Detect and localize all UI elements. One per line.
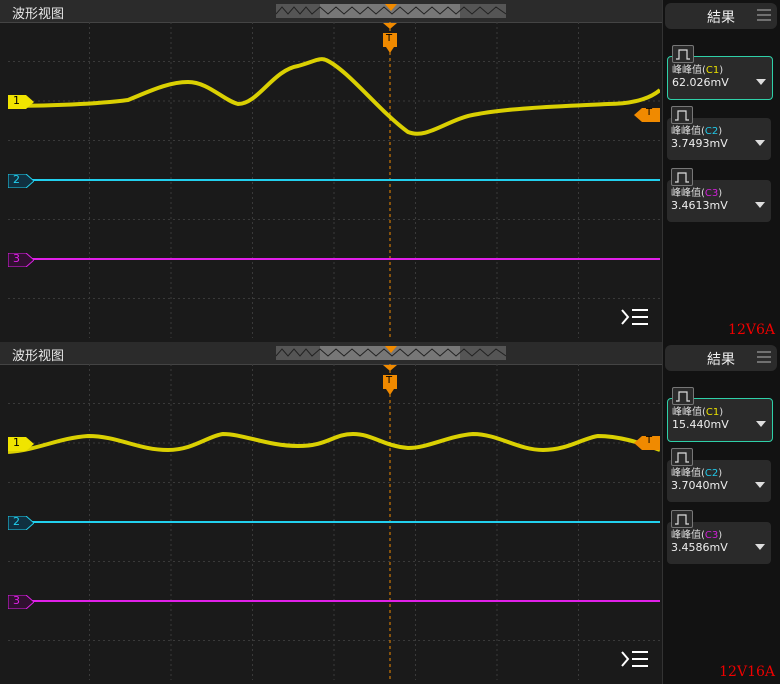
waveform-view-titlebar: 波形视图 [0, 342, 662, 365]
waveform-view-title: 波形视图 [12, 349, 65, 364]
measurement-c1[interactable]: 峰峰值(C1) 15.440mV [667, 387, 773, 442]
results-sidebar: 結果 峰峰值(C1) 15.440mV 峰峰值(C2) 3.7040mV 峰峰值… [662, 342, 780, 684]
waveform-view-titlebar: 波形视图 [0, 0, 662, 23]
chevron-down-icon[interactable] [755, 544, 765, 550]
ch1-marker[interactable]: 1 [8, 436, 34, 451]
waveform-view: 波形视图 1 2 3 T T [0, 342, 662, 684]
scope-panel-bottom: 波形视图 1 2 3 T T 結果 峰峰值(C1) 15.440mV 峰峰值(C… [0, 342, 780, 684]
results-header[interactable]: 結果 [665, 345, 777, 371]
waveform-plot[interactable] [8, 22, 660, 338]
scope-panel-top: 波形视图 1 2 3 T T 結果 峰峰值(C1) 62.026mV 峰峰值(C… [0, 0, 780, 342]
menu-icon[interactable] [757, 351, 771, 363]
measurement-value: 3.4613mV [671, 199, 728, 212]
test-condition-label: 12V16A [719, 664, 775, 680]
timebase-overview[interactable] [276, 4, 506, 18]
trigger-position-marker[interactable]: T [382, 23, 398, 53]
trace-list-icon[interactable] [621, 309, 648, 325]
chevron-down-icon[interactable] [755, 482, 765, 488]
waveform-view-title: 波形视图 [12, 7, 65, 22]
trace-list-icon[interactable] [621, 651, 648, 667]
measurement-value: 3.7040mV [671, 479, 728, 492]
results-header[interactable]: 結果 [665, 3, 777, 29]
results-sidebar: 結果 峰峰值(C1) 62.026mV 峰峰值(C2) 3.7493mV 峰峰值… [662, 0, 780, 342]
ch1-marker[interactable]: 1 [8, 94, 34, 109]
waveform-view: 波形视图 1 2 3 T T [0, 0, 662, 342]
timebase-overview[interactable] [276, 346, 506, 360]
chevron-down-icon[interactable] [755, 140, 765, 146]
measurement-value: 62.026mV [672, 76, 729, 89]
measurement-c3[interactable]: 峰峰值(C3) 3.4613mV [667, 168, 771, 222]
trigger-position-marker[interactable]: T [382, 365, 398, 395]
chevron-down-icon[interactable] [755, 202, 765, 208]
ch3-marker[interactable]: 3 [7, 252, 35, 268]
trigger-level-marker[interactable]: T [634, 435, 660, 450]
measurement-value: 3.4586mV [671, 541, 728, 554]
waveform-plot[interactable] [8, 364, 660, 680]
ch3-marker[interactable]: 3 [7, 594, 35, 610]
chevron-down-icon[interactable] [756, 79, 766, 85]
ch2-marker[interactable]: 2 [7, 173, 35, 189]
ch2-marker[interactable]: 2 [7, 515, 35, 531]
menu-icon[interactable] [757, 9, 771, 21]
measurement-c2[interactable]: 峰峰值(C2) 3.7493mV [667, 106, 771, 160]
trigger-level-marker[interactable]: T [634, 107, 660, 122]
measurement-c2[interactable]: 峰峰值(C2) 3.7040mV [667, 448, 771, 502]
measurement-c3[interactable]: 峰峰值(C3) 3.4586mV [667, 510, 771, 564]
measurement-c1[interactable]: 峰峰值(C1) 62.026mV [667, 45, 773, 100]
chevron-down-icon[interactable] [756, 421, 766, 427]
test-condition-label: 12V6A [728, 322, 775, 338]
measurement-value: 15.440mV [672, 418, 729, 431]
measurement-value: 3.7493mV [671, 137, 728, 150]
